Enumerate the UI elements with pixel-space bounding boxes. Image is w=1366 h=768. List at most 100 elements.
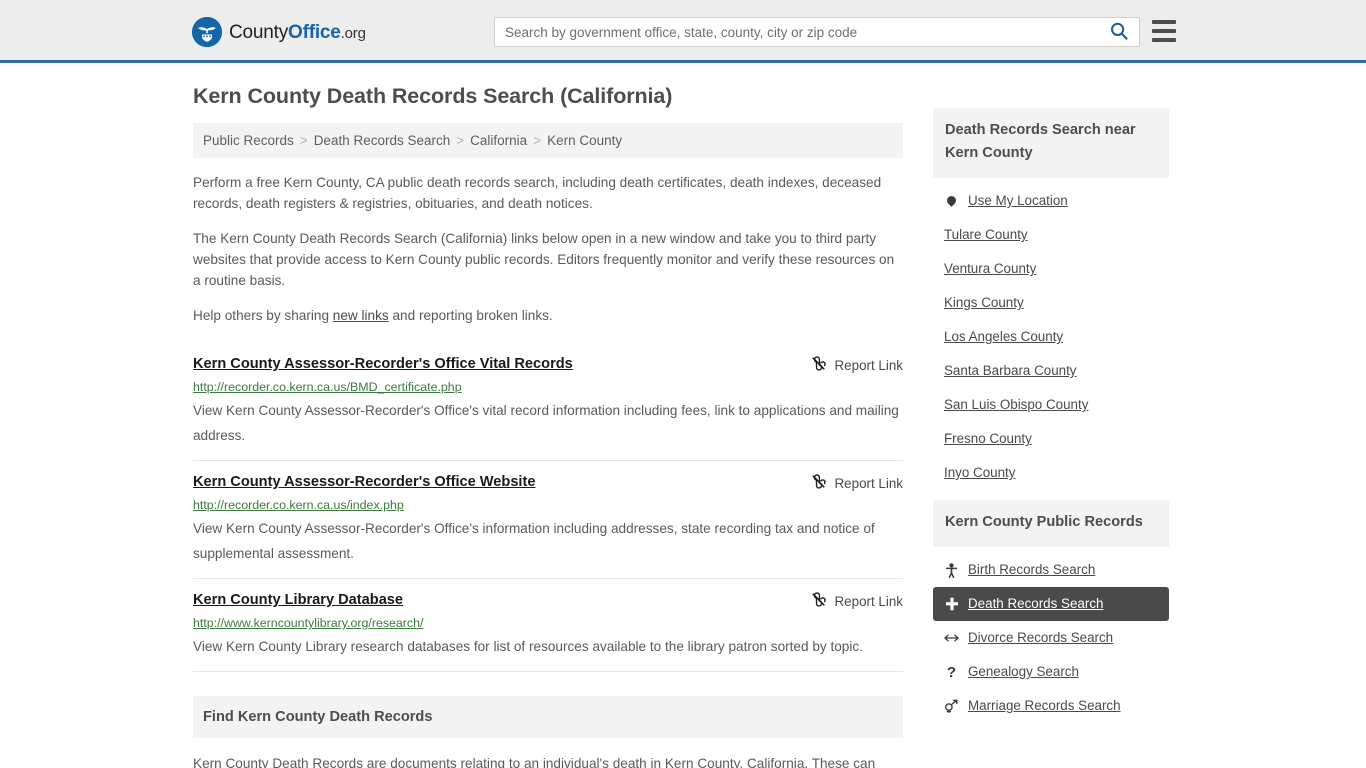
search-input[interactable] xyxy=(495,18,1099,46)
list-item: Fresno County xyxy=(933,422,1169,456)
breadcrumb-item-public-records[interactable]: Public Records xyxy=(203,133,294,148)
sidebar-item-label: Death Records Search xyxy=(968,596,1104,611)
results-list: Kern County Assessor-Recorder's Office V… xyxy=(193,340,903,672)
intro-paragraph-2: The Kern County Death Records Search (Ca… xyxy=(193,231,895,288)
sidebar-item-genealogy-search[interactable]: ? Genealogy Search xyxy=(933,655,1169,689)
list-item: Inyo County xyxy=(933,456,1169,490)
sidebar-item-label: San Luis Obispo County xyxy=(944,397,1089,412)
result-url[interactable]: http://www.kerncountylibrary.org/researc… xyxy=(193,615,903,632)
public-records-title: Kern County Public Records xyxy=(933,500,1169,547)
search-bar[interactable] xyxy=(494,17,1140,47)
result-url[interactable]: http://recorder.co.kern.ca.us/BMD_certif… xyxy=(193,379,903,396)
breadcrumb-item-death-records-search[interactable]: Death Records Search xyxy=(314,133,451,148)
result-header: Kern County Assessor-Recorder's Office W… xyxy=(193,472,903,493)
search-button[interactable] xyxy=(1099,18,1139,46)
sidebar-item-ventura-county[interactable]: Ventura County xyxy=(933,252,1169,286)
sidebar-item-label: Divorce Records Search xyxy=(968,630,1114,645)
sidebar-item-label: Marriage Records Search xyxy=(968,698,1121,713)
male-female-symbol-icon xyxy=(944,699,959,713)
list-item: Divorce Records Search xyxy=(933,621,1169,655)
list-item: Santa Barbara County xyxy=(933,354,1169,388)
sidebar-item-kings-county[interactable]: Kings County xyxy=(933,286,1169,320)
hamburger-bar-1 xyxy=(1152,20,1176,24)
breadcrumb-separator: > xyxy=(299,133,308,148)
baby-icon xyxy=(944,562,959,578)
eagle-shield-logo-icon xyxy=(192,17,222,47)
find-records-section: Find Kern County Death Records Kern Coun… xyxy=(193,696,903,768)
sidebar-item-label: Santa Barbara County xyxy=(944,363,1077,378)
breadcrumb-item-california[interactable]: California xyxy=(470,133,527,148)
site-logo-text: CountyOffice.org xyxy=(229,23,366,42)
list-item: San Luis Obispo County xyxy=(933,388,1169,422)
breadcrumb-item-kern-county[interactable]: Kern County xyxy=(547,133,622,148)
sidebar-item-los-angeles-county[interactable]: Los Angeles County xyxy=(933,320,1169,354)
sidebar-item-birth-records-search[interactable]: Birth Records Search xyxy=(933,553,1169,587)
sidebar-item-marriage-records-search[interactable]: Marriage Records Search xyxy=(933,689,1169,723)
result-header: Kern County Library Database Report Link xyxy=(193,590,903,611)
report-link-button[interactable]: Report Link xyxy=(810,354,903,375)
brand-part-office: Office xyxy=(288,21,341,43)
result-title-link[interactable]: Kern County Library Database xyxy=(193,590,403,610)
list-item: Marriage Records Search xyxy=(933,689,1169,723)
sidebar-item-tulare-county[interactable]: Tulare County xyxy=(933,218,1169,252)
question-mark-icon: ? xyxy=(946,663,957,681)
report-link-label: Report Link xyxy=(834,593,903,609)
find-records-heading: Find Kern County Death Records xyxy=(193,696,903,738)
help-share-line: Help others by sharing new links and rep… xyxy=(193,305,903,326)
content-container: Kern County Death Records Search (Califo… xyxy=(193,84,1173,768)
sidebar-item-label: Kings County xyxy=(944,295,1024,310)
result-description: View Kern County Assessor-Recorder's Off… xyxy=(193,521,875,561)
sidebar-item-fresno-county[interactable]: Fresno County xyxy=(933,422,1169,456)
left-right-arrow-icon xyxy=(944,632,959,644)
list-item: Ventura County xyxy=(933,252,1169,286)
use-my-location-link[interactable]: Use My Location xyxy=(933,184,1169,218)
breadcrumb-separator: > xyxy=(533,133,542,148)
find-records-body: Kern County Death Records are documents … xyxy=(193,756,876,768)
list-item: Birth Records Search xyxy=(933,553,1169,587)
result-item: Kern County Assessor-Recorder's Office V… xyxy=(193,340,903,461)
search-icon xyxy=(1109,21,1129,44)
broken-link-icon xyxy=(810,355,827,375)
location-pin-icon xyxy=(944,193,959,207)
nearby-searches-panel: Death Records Search near Kern County Us… xyxy=(933,108,1169,490)
result-description: View Kern County Assessor-Recorder's Off… xyxy=(193,403,899,443)
sidebar-item-label: Genealogy Search xyxy=(968,664,1079,679)
result-description: View Kern County Library research databa… xyxy=(193,639,863,654)
result-title-link[interactable]: Kern County Assessor-Recorder's Office W… xyxy=(193,472,535,492)
result-url[interactable]: http://recorder.co.kern.ca.us/index.php xyxy=(193,497,903,514)
result-header: Kern County Assessor-Recorder's Office V… xyxy=(193,354,903,375)
hamburger-bar-2 xyxy=(1152,29,1176,33)
sidebar-item-label: Fresno County xyxy=(944,431,1032,446)
public-records-panel: Kern County Public Records Birth Records… xyxy=(933,500,1169,723)
sidebar-item-divorce-records-search[interactable]: Divorce Records Search xyxy=(933,621,1169,655)
site-logo[interactable]: CountyOffice.org xyxy=(192,17,366,47)
intro-paragraph-1: Perform a free Kern County, CA public de… xyxy=(193,175,882,211)
brand-tld: .org xyxy=(340,24,366,42)
list-item: Death Records Search xyxy=(933,587,1169,621)
sidebar-item-death-records-search[interactable]: Death Records Search xyxy=(933,587,1169,621)
report-link-button[interactable]: Report Link xyxy=(810,472,903,493)
list-item: ? Genealogy Search xyxy=(933,655,1169,689)
breadcrumb-separator: > xyxy=(456,133,465,148)
hamburger-menu-icon[interactable] xyxy=(1152,20,1176,42)
sidebar-item-label: Inyo County xyxy=(944,465,1016,480)
nearby-searches-title: Death Records Search near Kern County xyxy=(933,108,1169,178)
intro-text: Perform a free Kern County, CA public de… xyxy=(193,172,903,326)
list-item: Kings County xyxy=(933,286,1169,320)
list-item: Tulare County xyxy=(933,218,1169,252)
site-header: CountyOffice.org xyxy=(0,0,1366,63)
nearby-county-list: Use My Location Tulare County Ventura Co… xyxy=(933,178,1169,490)
sidebar-item-inyo-county[interactable]: Inyo County xyxy=(933,456,1169,490)
report-link-button[interactable]: Report Link xyxy=(810,590,903,611)
brand-part-county: County xyxy=(229,21,289,43)
list-item: Los Angeles County xyxy=(933,320,1169,354)
result-title-link[interactable]: Kern County Assessor-Recorder's Office V… xyxy=(193,354,573,374)
sidebar-item-label: Birth Records Search xyxy=(968,562,1096,577)
use-my-location-label: Use My Location xyxy=(968,193,1068,208)
new-links-link[interactable]: new links xyxy=(333,308,389,323)
main-content: Kern County Death Records Search (Califo… xyxy=(193,84,903,768)
sidebar-item-santa-barbara-county[interactable]: Santa Barbara County xyxy=(933,354,1169,388)
broken-link-icon xyxy=(810,473,827,493)
sidebar-item-san-luis-obispo-county[interactable]: San Luis Obispo County xyxy=(933,388,1169,422)
page-title: Kern County Death Records Search (Califo… xyxy=(193,84,673,108)
